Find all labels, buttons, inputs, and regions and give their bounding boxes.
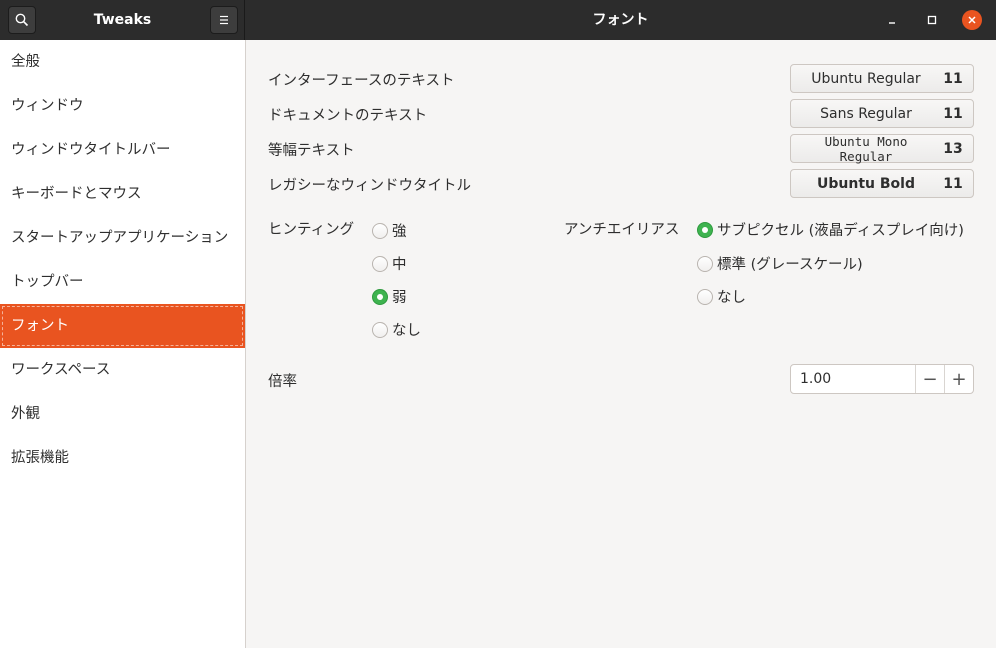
monospace-text-label: 等幅テキスト bbox=[268, 143, 355, 159]
close-icon bbox=[968, 16, 976, 24]
sidebar-header: Tweaks bbox=[0, 0, 245, 40]
radio-button[interactable] bbox=[697, 255, 713, 272]
sidebar-item-window-titlebars[interactable]: ウィンドウタイトルバー bbox=[0, 128, 245, 172]
scaling-label: 倍率 bbox=[268, 374, 297, 390]
scaling-value-input[interactable]: 1.00 bbox=[791, 365, 915, 393]
scaling-spinbutton: 1.00 − + bbox=[790, 364, 974, 394]
antialiasing-option-none[interactable]: なし bbox=[697, 286, 746, 307]
antialiasing-option-label: なし bbox=[717, 290, 746, 306]
hinting-option-label: 弱 bbox=[392, 290, 407, 306]
fonts-panel: インターフェースのテキスト Ubuntu Regular 11 ドキュメントのテ… bbox=[246, 40, 996, 648]
radio-button[interactable] bbox=[372, 321, 388, 338]
legacy-title-font-size: 11 bbox=[943, 175, 963, 192]
sidebar-item-general[interactable]: 全般 bbox=[0, 40, 245, 84]
scaling-decrement-button[interactable]: − bbox=[915, 365, 944, 393]
antialiasing-label: アンチエイリアス bbox=[564, 222, 680, 238]
sidebar-item-top-bar[interactable]: トップバー bbox=[0, 260, 245, 304]
radio-button-selected[interactable] bbox=[697, 221, 713, 238]
interface-text-label: インターフェースのテキスト bbox=[268, 73, 455, 89]
radio-button[interactable] bbox=[697, 288, 713, 305]
antialiasing-option-subpixel[interactable]: サブピクセル (液晶ディスプレイ向け) bbox=[697, 219, 964, 240]
interface-font-size: 11 bbox=[943, 70, 963, 87]
hinting-option-label: なし bbox=[392, 323, 421, 339]
sidebar-item-windows[interactable]: ウィンドウ bbox=[0, 84, 245, 128]
document-font-size: 11 bbox=[943, 105, 963, 122]
hinting-option-label: 中 bbox=[392, 257, 407, 273]
antialiasing-option-label: 標準 (グレースケール) bbox=[717, 257, 863, 273]
radio-button-selected[interactable] bbox=[372, 288, 388, 305]
monospace-font-size: 13 bbox=[943, 140, 963, 157]
document-font-name: Sans Regular bbox=[820, 105, 912, 122]
monospace-font-button[interactable]: Ubuntu Mono Regular 13 bbox=[790, 133, 974, 164]
sidebar-item-extensions[interactable]: 拡張機能 bbox=[0, 436, 245, 480]
scaling-increment-button[interactable]: + bbox=[944, 365, 973, 393]
header-bar: Tweaks フォント bbox=[0, 0, 996, 40]
interface-font-button[interactable]: Ubuntu Regular 11 bbox=[790, 64, 974, 93]
legacy-title-font-button[interactable]: Ubuntu Bold 11 bbox=[790, 169, 974, 198]
antialiasing-option-standard[interactable]: 標準 (グレースケール) bbox=[697, 253, 863, 274]
hinting-option-medium[interactable]: 中 bbox=[372, 253, 407, 274]
radio-button[interactable] bbox=[372, 255, 388, 272]
monospace-font-name: Ubuntu Mono Regular bbox=[824, 133, 908, 164]
sidebar-item-keyboard-mouse[interactable]: キーボードとマウス bbox=[0, 172, 245, 216]
hamburger-menu-icon bbox=[220, 15, 228, 25]
maximize-icon bbox=[927, 15, 937, 25]
content-header: フォント bbox=[245, 0, 996, 40]
sidebar-item-appearance[interactable]: 外観 bbox=[0, 392, 245, 436]
radio-button[interactable] bbox=[372, 222, 388, 239]
legacy-title-label: レガシーなウィンドウタイトル bbox=[268, 178, 471, 194]
document-text-label: ドキュメントのテキスト bbox=[268, 108, 428, 124]
sidebar-item-workspaces[interactable]: ワークスペース bbox=[0, 348, 245, 392]
maximize-button[interactable] bbox=[922, 10, 942, 30]
close-button[interactable] bbox=[962, 10, 982, 30]
legacy-title-font-name: Ubuntu Bold bbox=[817, 175, 915, 192]
minimize-icon bbox=[889, 22, 895, 24]
menu-button[interactable] bbox=[210, 6, 238, 34]
app-title: Tweaks bbox=[93, 12, 152, 28]
document-font-button[interactable]: Sans Regular 11 bbox=[790, 99, 974, 128]
sidebar-item-startup-apps[interactable]: スタートアップアプリケーション bbox=[0, 216, 245, 260]
hinting-option-none[interactable]: なし bbox=[372, 319, 421, 340]
hinting-option-slight[interactable]: 弱 bbox=[372, 286, 407, 307]
sidebar-item-fonts[interactable]: フォント bbox=[0, 304, 245, 348]
hinting-option-label: 強 bbox=[392, 224, 407, 240]
hinting-option-full[interactable]: 強 bbox=[372, 220, 407, 241]
antialiasing-option-label: サブピクセル (液晶ディスプレイ向け) bbox=[717, 223, 964, 239]
minimize-button[interactable] bbox=[882, 10, 902, 30]
hinting-label: ヒンティング bbox=[268, 222, 355, 238]
sidebar: 全般 ウィンドウ ウィンドウタイトルバー キーボードとマウス スタートアップアプ… bbox=[0, 40, 246, 648]
interface-font-name: Ubuntu Regular bbox=[811, 70, 921, 87]
